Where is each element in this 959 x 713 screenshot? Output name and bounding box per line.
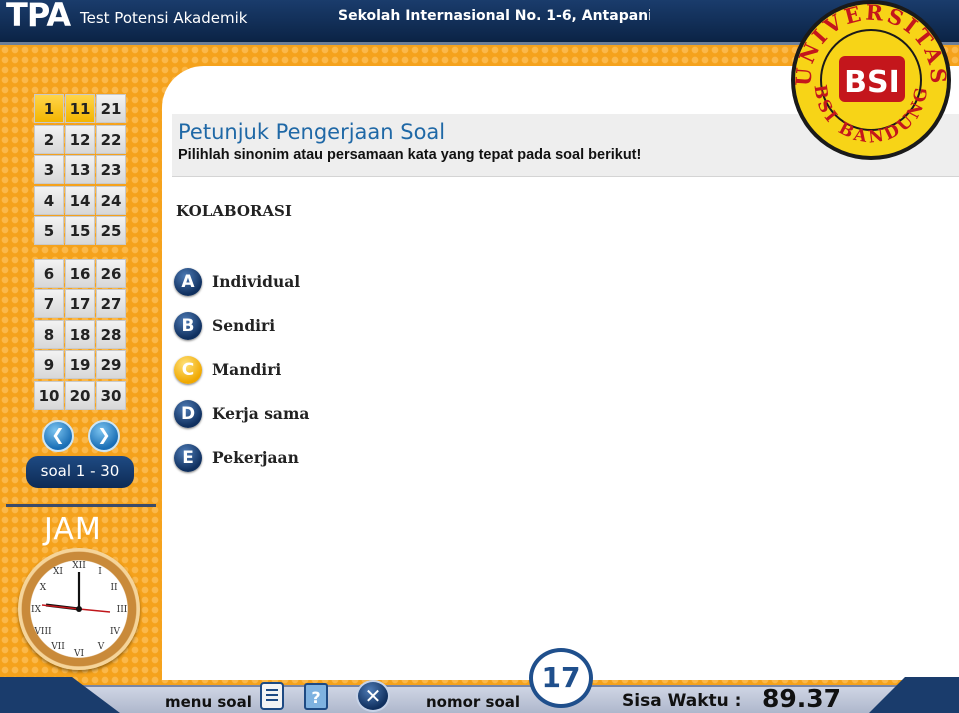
question-number-22[interactable]: 22	[96, 124, 126, 154]
question-number-26[interactable]: 26	[96, 258, 126, 288]
question-number-15[interactable]: 15	[65, 216, 95, 245]
svg-text:IX: IX	[31, 605, 42, 615]
brand: TPA Test Potensi Akademik	[0, 0, 300, 38]
timer-label: Sisa Waktu :	[622, 691, 742, 711]
question-text: KOLABORASI	[176, 202, 292, 220]
soal-range-label: soal 1 - 30	[26, 456, 134, 488]
arrow-left-icon[interactable]: ❮	[42, 420, 74, 452]
timer-value: 89.37	[762, 684, 842, 713]
question-number-4[interactable]: 4	[34, 185, 64, 215]
school-name: Sekolah Internasional No. 1-6, Antapani,…	[338, 8, 650, 24]
arrow-right-icon[interactable]: ❯	[88, 420, 120, 452]
svg-text:X: X	[40, 583, 47, 593]
question-number-8[interactable]: 8	[34, 319, 64, 349]
instruction-text: Pilihlah sinonim atau persamaan kata yan…	[178, 147, 642, 163]
brand-short: TPA	[6, 0, 71, 34]
svg-text:II: II	[110, 583, 118, 593]
question-number-2[interactable]: 2	[34, 124, 64, 154]
option-text-e[interactable]: Pekerjaan	[212, 448, 299, 467]
question-sheet-icon[interactable]: ?	[302, 681, 330, 711]
question-number-11[interactable]: 11	[65, 94, 95, 123]
question-number-29[interactable]: 29	[96, 350, 126, 379]
svg-text:III: III	[117, 605, 128, 615]
close-icon[interactable]: ✕	[356, 680, 390, 712]
analog-clock: XII I II III IV V VI VII VIII IX X XI	[18, 548, 140, 670]
question-number-30[interactable]: 30	[96, 380, 126, 410]
question-number-12[interactable]: 12	[65, 124, 95, 154]
question-number-24[interactable]: 24	[96, 185, 126, 215]
instruction-title: Petunjuk Pengerjaan Soal	[178, 120, 446, 144]
menu-soal-label[interactable]: menu soal	[165, 693, 252, 711]
sidebar-divider	[6, 504, 156, 507]
question-number-9[interactable]: 9	[34, 350, 64, 379]
option-letter-a[interactable]: A	[174, 268, 202, 296]
nomor-soal-label: nomor soal	[426, 693, 521, 711]
question-number-28[interactable]: 28	[96, 319, 126, 349]
svg-text:IV: IV	[110, 627, 121, 637]
question-number-27[interactable]: 27	[96, 289, 126, 318]
option-text-a[interactable]: Individual	[212, 272, 300, 291]
svg-text:VI: VI	[73, 649, 84, 659]
question-number-14[interactable]: 14	[65, 185, 95, 215]
question-number-21[interactable]: 21	[96, 94, 126, 123]
svg-text:?: ?	[311, 688, 320, 707]
question-number-13[interactable]: 13	[65, 155, 95, 184]
current-question-number: 17	[529, 648, 593, 708]
question-number-16[interactable]: 16	[65, 258, 95, 288]
option-letter-b[interactable]: B	[174, 312, 202, 340]
document-list-icon[interactable]	[258, 681, 286, 711]
option-letter-c[interactable]: C	[174, 356, 202, 384]
clock-label: JAM	[44, 512, 102, 547]
svg-text:VII: VII	[50, 642, 65, 652]
svg-text:V: V	[97, 642, 105, 652]
question-number-7[interactable]: 7	[34, 289, 64, 318]
bsi-logo: UNIVERSITAS BSI BANDUNG BSI	[787, 0, 955, 162]
svg-text:XI: XI	[53, 567, 63, 577]
brand-full: Test Potensi Akademik	[80, 9, 248, 27]
question-number-17[interactable]: 17	[65, 289, 95, 318]
question-number-20[interactable]: 20	[65, 380, 95, 410]
option-letter-e[interactable]: E	[174, 444, 202, 472]
question-number-25[interactable]: 25	[96, 216, 126, 245]
svg-text:BSI: BSI	[844, 65, 900, 100]
option-text-d[interactable]: Kerja sama	[212, 404, 309, 423]
question-number-18[interactable]: 18	[65, 319, 95, 349]
question-number-5[interactable]: 5	[34, 216, 64, 245]
svg-text:XII: XII	[72, 561, 86, 571]
question-number-6[interactable]: 6	[34, 258, 64, 288]
svg-text:I: I	[98, 567, 102, 577]
option-text-c[interactable]: Mandiri	[212, 360, 281, 379]
option-letter-d[interactable]: D	[174, 400, 202, 428]
question-number-10[interactable]: 10	[34, 380, 64, 410]
question-number-23[interactable]: 23	[96, 155, 126, 184]
clock-face-icon: XII I II III IV V VI VII VIII IX X XI	[31, 561, 128, 659]
question-number-19[interactable]: 19	[65, 350, 95, 379]
question-number-1[interactable]: 1	[34, 94, 64, 123]
svg-text:VIII: VIII	[33, 627, 52, 637]
question-number-3[interactable]: 3	[34, 155, 64, 184]
option-text-b[interactable]: Sendiri	[212, 316, 275, 335]
